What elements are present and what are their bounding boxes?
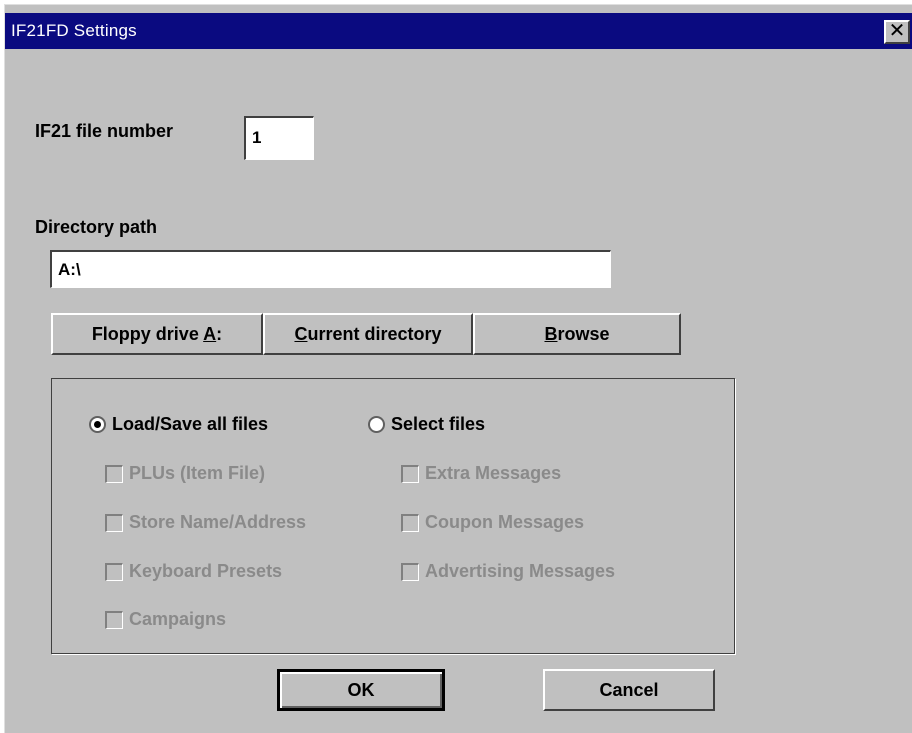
checkbox-icon xyxy=(401,464,419,483)
checkbox-icon xyxy=(105,513,123,532)
checkbox-extra-messages-label: Extra Messages xyxy=(425,463,562,483)
floppy-drive-button[interactable]: Floppy drive A: xyxy=(51,313,263,355)
checkbox-campaigns-label: Campaigns xyxy=(129,609,227,629)
close-icon: ✕ xyxy=(888,20,906,42)
cancel-button[interactable]: Cancel xyxy=(543,669,715,711)
checkbox-coupon-messages-label: Coupon Messages xyxy=(425,512,585,532)
checkbox-advertising-messages[interactable]: Advertising Messages xyxy=(401,561,615,582)
file-number-input[interactable]: 1 xyxy=(244,116,314,160)
title-bar[interactable]: IF21FD Settings ✕ xyxy=(5,13,912,49)
floppy-drive-label: Floppy drive A: xyxy=(91,324,223,344)
settings-dialog: IF21FD Settings ✕ IF21 file number 1 Dir… xyxy=(4,4,912,733)
checkbox-icon xyxy=(105,610,123,629)
checkbox-icon xyxy=(105,562,123,581)
radio-load-save-all-label: Load/Save all files xyxy=(112,414,269,434)
checkbox-icon xyxy=(105,464,123,483)
checkbox-store-name[interactable]: Store Name/Address xyxy=(105,512,306,533)
checkbox-store-name-label: Store Name/Address xyxy=(129,512,307,532)
browse-button[interactable]: Browse xyxy=(473,313,681,355)
checkbox-coupon-messages[interactable]: Coupon Messages xyxy=(401,512,584,533)
checkbox-icon xyxy=(401,513,419,532)
checkbox-icon xyxy=(401,562,419,581)
ok-button[interactable]: OK xyxy=(277,669,445,711)
checkbox-keyboard-presets-label: Keyboard Presets xyxy=(129,561,283,581)
close-button[interactable]: ✕ xyxy=(884,20,910,44)
radio-icon xyxy=(368,416,385,433)
checkbox-extra-messages[interactable]: Extra Messages xyxy=(401,463,561,484)
radio-icon-selected xyxy=(89,416,106,433)
radio-load-save-all[interactable]: Load/Save all files xyxy=(89,414,268,435)
window-title: IF21FD Settings xyxy=(11,21,137,40)
browse-label: Browse xyxy=(544,324,610,344)
checkbox-keyboard-presets[interactable]: Keyboard Presets xyxy=(105,561,282,582)
checkbox-campaigns[interactable]: Campaigns xyxy=(105,609,226,630)
radio-select-files[interactable]: Select files xyxy=(368,414,485,435)
radio-select-files-label: Select files xyxy=(391,414,486,434)
checkbox-plus[interactable]: PLUs (Item File) xyxy=(105,463,265,484)
current-directory-label: Current directory xyxy=(294,324,442,344)
directory-path-label: Directory path xyxy=(35,217,158,237)
checkbox-advertising-messages-label: Advertising Messages xyxy=(425,561,616,581)
file-number-label: IF21 file number xyxy=(35,121,174,141)
current-directory-button[interactable]: Current directory xyxy=(263,313,473,355)
checkbox-plus-label: PLUs (Item File) xyxy=(129,463,266,483)
directory-path-input[interactable]: A:\ xyxy=(50,250,611,288)
